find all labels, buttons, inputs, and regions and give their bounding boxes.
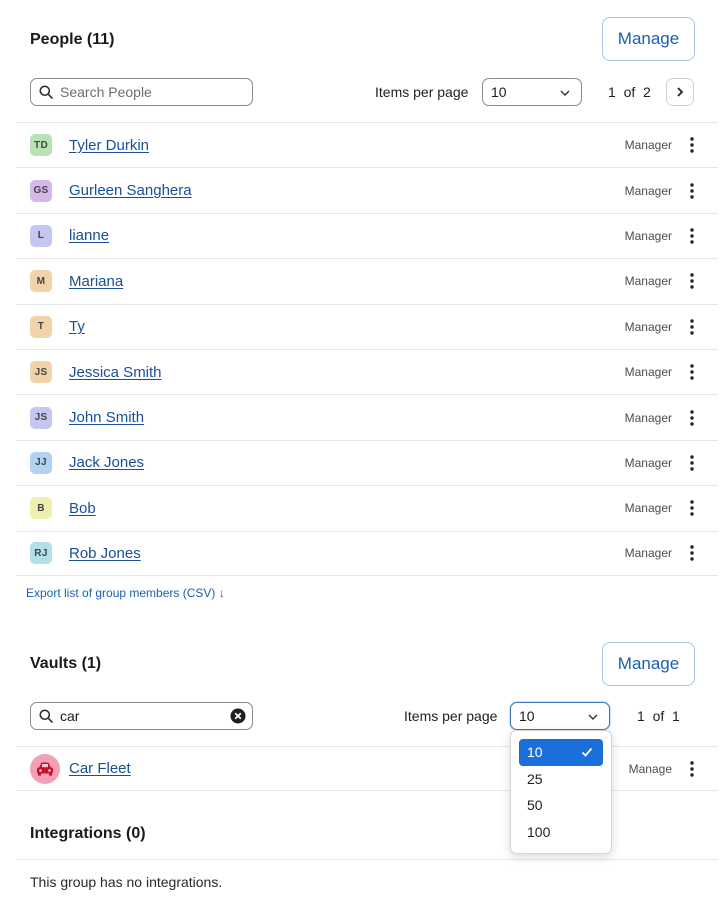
people-section-title: People (11): [30, 31, 115, 48]
person-role: Manager: [624, 138, 672, 153]
person-role: Manager: [624, 274, 672, 289]
people-list: TD Tyler Durkin Manager GS Gurleen Sanghera M…: [16, 122, 718, 576]
avatar: L: [30, 224, 52, 247]
people-pager-text: 1 of 2: [608, 84, 651, 100]
person-name-link[interactable]: Jack Jones: [69, 454, 144, 471]
more-options-icon[interactable]: [686, 407, 698, 429]
avatar: B: [30, 497, 52, 520]
dropdown-option[interactable]: 10: [519, 739, 603, 766]
person-role: Manager: [624, 228, 672, 243]
vault-avatar: [30, 753, 60, 784]
people-search-input[interactable]: Search People: [30, 78, 253, 106]
avatar: T: [30, 315, 52, 338]
person-name-link[interactable]: John Smith: [69, 409, 144, 426]
more-options-icon[interactable]: [686, 270, 698, 292]
person-name-link[interactable]: Ty: [69, 318, 85, 335]
vaults-items-per-page-select[interactable]: 10: [510, 702, 610, 730]
integrations-empty-text: This group has no integrations.: [30, 874, 223, 890]
vault-role: Manage: [628, 761, 672, 776]
dropdown-option-label: 50: [527, 797, 543, 814]
more-options-icon[interactable]: [686, 316, 698, 338]
vaults-section-title: Vaults (1): [30, 655, 102, 672]
person-name-link[interactable]: Mariana: [69, 273, 123, 290]
export-csv-link[interactable]: Export list of group members (CSV) ↓: [26, 586, 225, 600]
table-row[interactable]: JS Jessica Smith Manager: [16, 348, 718, 394]
items-per-page-dropdown: 10 25 50 100: [510, 730, 612, 854]
dropdown-option-label: 25: [527, 770, 543, 787]
people-items-per-page-select[interactable]: 10: [482, 78, 582, 106]
vault-more-options-icon[interactable]: [686, 758, 698, 780]
person-role: Manager: [624, 501, 672, 516]
person-name-link[interactable]: Bob: [69, 500, 96, 517]
person-name-link[interactable]: Tyler Durkin: [69, 137, 149, 154]
table-row[interactable]: RJ Rob Jones Manager: [16, 530, 718, 576]
avatar: GS: [30, 179, 52, 202]
vaults-list: Car Fleet Manage: [16, 746, 718, 792]
integrations-divider: [16, 859, 718, 860]
person-role: Manager: [624, 410, 672, 425]
more-options-icon[interactable]: [686, 180, 698, 202]
search-icon: [39, 85, 53, 99]
people-next-page-button[interactable]: [666, 78, 694, 106]
avatar: TD: [30, 134, 52, 157]
vault-row[interactable]: Car Fleet Manage: [16, 746, 718, 792]
dropdown-option[interactable]: 100: [519, 819, 603, 846]
person-name-link[interactable]: lianne: [69, 227, 109, 244]
vaults-pager-text: 1 of 1: [637, 708, 680, 724]
search-icon: [39, 709, 53, 723]
avatar: RJ: [30, 542, 52, 565]
more-options-icon[interactable]: [686, 361, 698, 383]
chevron-down-icon: [588, 714, 598, 720]
more-options-icon[interactable]: [686, 225, 698, 247]
person-name-link[interactable]: Gurleen Sanghera: [69, 182, 192, 199]
dropdown-option-label: 10: [527, 744, 543, 761]
table-row[interactable]: T Ty Manager: [16, 303, 718, 349]
vaults-search-value: car: [60, 708, 80, 724]
avatar: JS: [30, 361, 52, 384]
people-search-placeholder: Search People: [60, 84, 152, 100]
vaults-search-input[interactable]: car: [30, 702, 253, 730]
chevron-right-icon: [677, 87, 684, 97]
dropdown-option-label: 100: [527, 823, 551, 840]
table-row[interactable]: B Bob Manager: [16, 485, 718, 530]
table-row[interactable]: TD Tyler Durkin Manager: [16, 122, 718, 167]
more-options-icon[interactable]: [686, 497, 698, 519]
person-name-link[interactable]: Rob Jones: [69, 545, 141, 562]
vault-name-link[interactable]: Car Fleet: [69, 760, 131, 777]
checkmark-icon: [581, 747, 593, 757]
car-icon: [37, 762, 53, 776]
integrations-section-title: Integrations (0): [30, 825, 146, 842]
more-options-icon[interactable]: [686, 452, 698, 474]
person-role: Manager: [624, 319, 672, 334]
more-options-icon[interactable]: [686, 542, 698, 564]
people-items-per-page-value: 10: [491, 84, 507, 100]
person-name-link[interactable]: Jessica Smith: [69, 364, 162, 381]
table-row[interactable]: M Mariana Manager: [16, 258, 718, 303]
person-role: Manager: [624, 183, 672, 198]
table-row[interactable]: JS John Smith Manager: [16, 394, 718, 439]
dropdown-option[interactable]: 50: [519, 792, 603, 819]
person-role: Manager: [624, 455, 672, 470]
table-row[interactable]: GS Gurleen Sanghera Manager: [16, 167, 718, 212]
people-items-per-page-label: Items per page: [375, 84, 469, 100]
chevron-down-icon: [560, 90, 570, 96]
avatar: JS: [30, 406, 52, 429]
person-role: Manager: [624, 365, 672, 380]
vaults-items-per-page-label: Items per page: [404, 708, 498, 724]
group-detail-panel: People (11) Manage Search People Items p…: [16, 0, 718, 902]
more-options-icon[interactable]: [686, 134, 698, 156]
avatar: M: [30, 270, 52, 293]
table-row[interactable]: Llianne Manager: [16, 212, 718, 258]
dropdown-option[interactable]: 25: [519, 766, 603, 793]
clear-search-icon[interactable]: [230, 708, 246, 724]
vaults-manage-button[interactable]: Manage: [602, 642, 695, 686]
people-manage-button[interactable]: Manage: [602, 17, 695, 61]
table-row[interactable]: JJ Jack Jones Manager: [16, 439, 718, 485]
person-role: Manager: [624, 546, 672, 561]
vaults-items-per-page-value: 10: [519, 708, 535, 724]
avatar: JJ: [30, 451, 52, 474]
